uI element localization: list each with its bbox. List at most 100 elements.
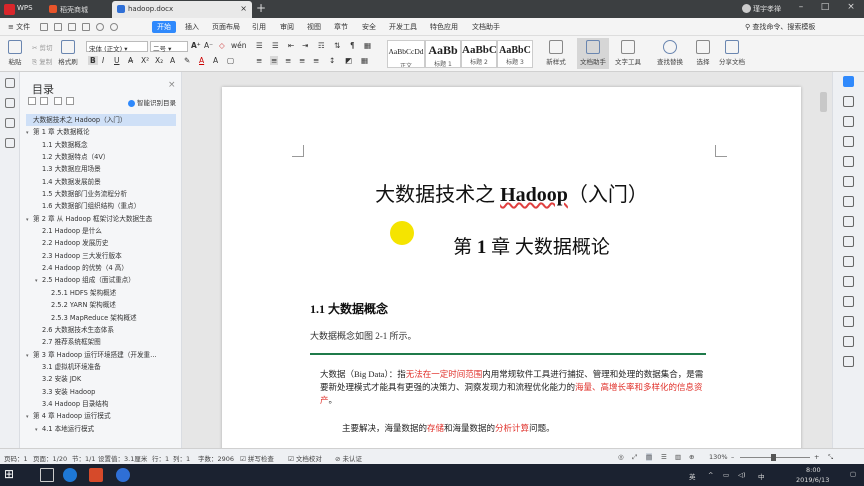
menu-features[interactable]: 特色应用 <box>430 22 458 32</box>
tag-icon[interactable] <box>843 136 854 147</box>
format-painter-button[interactable]: 格式刷 <box>56 40 80 66</box>
toc-item[interactable]: 1.6 大数据部门组织结构（重点） <box>26 200 176 212</box>
superscript-button[interactable]: X² <box>141 56 149 65</box>
menu-insert[interactable]: 插入 <box>185 22 199 32</box>
definition-paragraph[interactable]: 大数据（Big Data）：指无法在一定时间范围内用常规软件工具进行捕捉、管理和… <box>320 368 710 407</box>
style-heading-3[interactable]: AaBbC 标题 3 <box>497 40 533 68</box>
align-left-button[interactable]: ≡ <box>256 56 262 65</box>
wps-logo-icon[interactable] <box>4 4 15 15</box>
doc-proof-button[interactable]: ☑ 文档校对 <box>288 453 322 463</box>
toc-item[interactable]: ▾ 4.1 本地运行模式 <box>26 423 176 435</box>
doc-icon[interactable] <box>843 296 854 307</box>
menu-security[interactable]: 安全 <box>362 22 376 32</box>
pen-icon[interactable] <box>843 96 854 107</box>
ime-icon[interactable]: 中 <box>758 471 765 481</box>
tab-hadoop-docx[interactable]: hadoop.docx × <box>112 1 252 18</box>
toc-item[interactable]: 1.3 大数据应用场景 <box>26 163 176 175</box>
zoom-level[interactable]: 130% <box>709 453 728 461</box>
backup-icon[interactable] <box>843 256 854 267</box>
wps-writer-taskbar-icon[interactable] <box>116 468 130 482</box>
clock-time[interactable]: 8:00 <box>806 466 821 474</box>
toc-item[interactable]: 3.3 安装 Hadoop <box>26 386 176 398</box>
increase-indent-button[interactable]: ⇥ <box>302 41 308 50</box>
justify-button[interactable]: ≡ <box>299 56 305 65</box>
zoom-slider-knob[interactable] <box>771 454 776 461</box>
zoom-out-button[interactable]: – <box>731 453 734 461</box>
toc-item[interactable]: 1.1 大数据概念 <box>26 139 176 151</box>
toc-item[interactable]: 3.2 安装 JDK <box>26 373 176 385</box>
toc-item[interactable]: 1.4 大数据发展前景 <box>26 176 176 188</box>
font-size-select[interactable]: 二号 ▾ <box>150 41 188 53</box>
command-search[interactable]: ⚲ 查找命令、搜索模板 <box>745 22 815 32</box>
doc-assistant-button[interactable]: 文档助手 <box>577 38 609 69</box>
table-borders-button[interactable]: ▦ <box>361 56 368 65</box>
line-spacing-button[interactable]: ↕ <box>329 56 335 65</box>
char-border-button[interactable]: ▢ <box>227 56 234 65</box>
save-cloud-icon[interactable] <box>843 276 854 287</box>
new-tab-button[interactable]: + <box>256 1 266 15</box>
clear-format-button[interactable]: ◇ <box>219 41 225 50</box>
toc-item[interactable]: 大数据技术之 Hadoop（入门） <box>26 114 176 127</box>
toc-item[interactable]: 3.4 Hadoop 目录结构 <box>26 398 176 410</box>
style-icon[interactable] <box>843 236 854 247</box>
toc-item[interactable]: ▾ 第 1 章 大数据概论 <box>26 126 176 138</box>
ime-indicator[interactable]: 英 <box>689 471 696 481</box>
status-pages[interactable]: 页面：1/20 <box>33 453 67 463</box>
toc-item[interactable]: 2.5.3 MapReduce 架构概述 <box>26 312 176 324</box>
web-view-icon[interactable]: ⊕ <box>689 453 694 461</box>
shading-button[interactable]: ◩ <box>345 56 352 65</box>
section-note[interactable]: 大数据概念如图 2-1 所示。 <box>310 329 417 342</box>
chinese-layout-button[interactable]: ☶ <box>318 41 325 50</box>
close-icon[interactable]: × <box>168 80 176 90</box>
star-icon[interactable] <box>843 196 854 207</box>
shield-icon[interactable] <box>843 336 854 347</box>
section-heading[interactable]: 1.1 大数据概念 <box>310 300 388 317</box>
purpose-paragraph[interactable]: 主要解决，海量数据的存储和海量数据的分析计算问题。 <box>342 422 555 434</box>
underline-button[interactable]: U <box>114 56 120 65</box>
doc-title[interactable]: 大数据技术之 Hadoop（入门） <box>222 178 801 207</box>
network-icon[interactable]: ▭ <box>723 471 729 479</box>
cursor-select-icon[interactable] <box>843 116 854 127</box>
tray-expand-icon[interactable]: ^ <box>708 471 713 479</box>
toc-item[interactable]: 1.2 大数据特点（4V） <box>26 151 176 163</box>
menu-developer[interactable]: 开发工具 <box>389 22 417 32</box>
new-style-button[interactable]: 新样式 <box>541 40 571 66</box>
menu-chapter[interactable]: 章节 <box>334 22 348 32</box>
toc-item[interactable]: 1.5 大数据部门业务流程分析 <box>26 188 176 200</box>
toc-item[interactable]: 2.3 Hadoop 三大发行版本 <box>26 250 176 262</box>
sort-button[interactable]: ⇅ <box>334 41 340 50</box>
page-view-icon[interactable]: ▤ <box>646 453 653 461</box>
distribute-button[interactable]: ≡ <box>313 56 319 65</box>
undo-icon[interactable] <box>96 23 104 31</box>
toc-item[interactable]: ▾ 第 3 章 Hadoop 运行环境搭建（开发重… <box>26 349 176 361</box>
adjust-icon[interactable] <box>843 156 854 167</box>
nav-pane-icon[interactable] <box>5 78 15 88</box>
close-window-button[interactable]: × <box>840 2 862 16</box>
toc-item[interactable]: ▾ 2.5 Hadoop 组成（面试重点） <box>26 274 176 286</box>
full-screen-icon[interactable]: ⤢ <box>632 453 637 462</box>
font-name-select[interactable]: 宋体 (正文) ▾ <box>86 41 148 53</box>
select-button[interactable]: 选择 <box>690 40 716 66</box>
file-explorer-icon[interactable] <box>40 468 54 482</box>
redo-icon[interactable] <box>110 23 118 31</box>
show-marks-button[interactable]: ¶ <box>350 41 355 50</box>
italic-button[interactable]: I <box>102 56 104 65</box>
text-tools-button[interactable]: 文字工具 <box>611 40 645 66</box>
align-right-button[interactable]: ≡ <box>285 56 291 65</box>
file-menu[interactable]: ≡ 文件 <box>8 22 30 32</box>
toc-item[interactable]: ▾ 第 4 章 Hadoop 运行模式 <box>26 410 176 422</box>
add-heading-icon[interactable] <box>54 97 62 105</box>
align-center-button[interactable]: ≡ <box>270 56 279 65</box>
translate-icon[interactable] <box>843 356 854 367</box>
style-heading-1[interactable]: AaBb 标题 1 <box>425 40 461 68</box>
remove-heading-icon[interactable] <box>66 97 74 105</box>
copy-button[interactable]: ⎘ 复制 <box>32 56 52 67</box>
compare-icon[interactable] <box>843 316 854 327</box>
style-normal[interactable]: AaBbCcDd 正文 <box>387 40 425 68</box>
volume-icon[interactable]: ◁) <box>738 471 746 479</box>
export-pdf-icon[interactable] <box>54 23 62 31</box>
toc-item[interactable]: 2.6 大数据技术生态体系 <box>26 324 176 336</box>
wps-office-icon[interactable] <box>89 468 103 482</box>
clock-date[interactable]: 2019/6/13 <box>796 476 829 484</box>
chevron-down-icon[interactable]: ▾ <box>35 275 42 286</box>
